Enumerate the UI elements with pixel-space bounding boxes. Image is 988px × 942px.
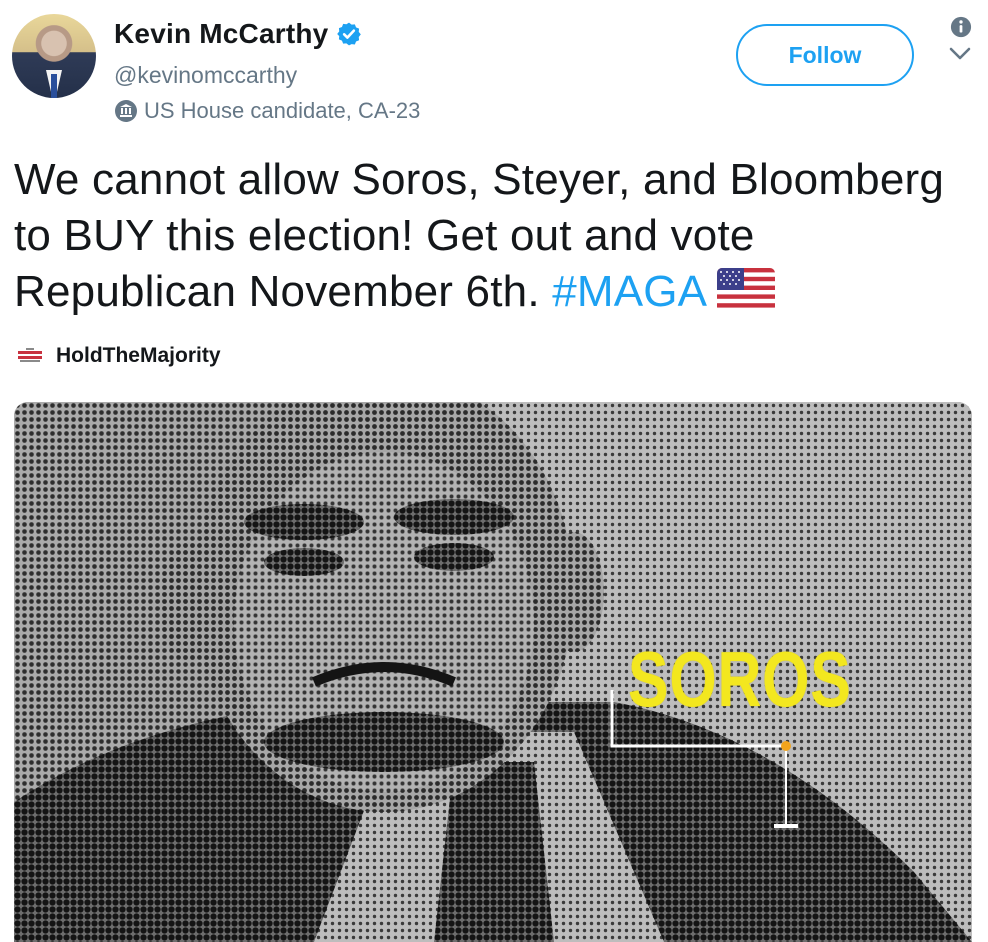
name-row: Kevin McCarthy <box>114 18 362 50</box>
avatar-tie <box>51 74 57 98</box>
avatar[interactable] <box>12 14 96 98</box>
info-icon[interactable] <box>950 16 972 38</box>
account-label-text: US House candidate, CA-23 <box>144 98 421 123</box>
follow-button[interactable]: Follow <box>736 24 914 86</box>
tweet-text: We cannot allow Soros, Steyer, and Bloom… <box>14 152 954 320</box>
user-handle[interactable]: @kevinomccarthy <box>114 62 297 89</box>
us-flag-icon <box>717 268 776 312</box>
source-name[interactable]: HoldTheMajority <box>56 344 221 368</box>
government-building-icon <box>115 100 137 122</box>
card-source[interactable]: HoldTheMajority <box>16 344 221 368</box>
verified-badge-icon <box>337 22 362 46</box>
media-overlay-text: SOROS <box>628 635 852 723</box>
account-label: US House candidate, CA-23 <box>114 98 420 124</box>
hashtag-link[interactable]: #MAGA <box>552 267 707 316</box>
tweet-body: We cannot allow Soros, Steyer, and Bloom… <box>14 155 945 316</box>
tweet-card: Kevin McCarthy @kevinomccarthy US House … <box>0 0 988 942</box>
display-name[interactable]: Kevin McCarthy <box>114 18 328 50</box>
hold-the-majority-logo-icon <box>18 348 42 362</box>
chevron-down-icon[interactable] <box>948 46 972 62</box>
